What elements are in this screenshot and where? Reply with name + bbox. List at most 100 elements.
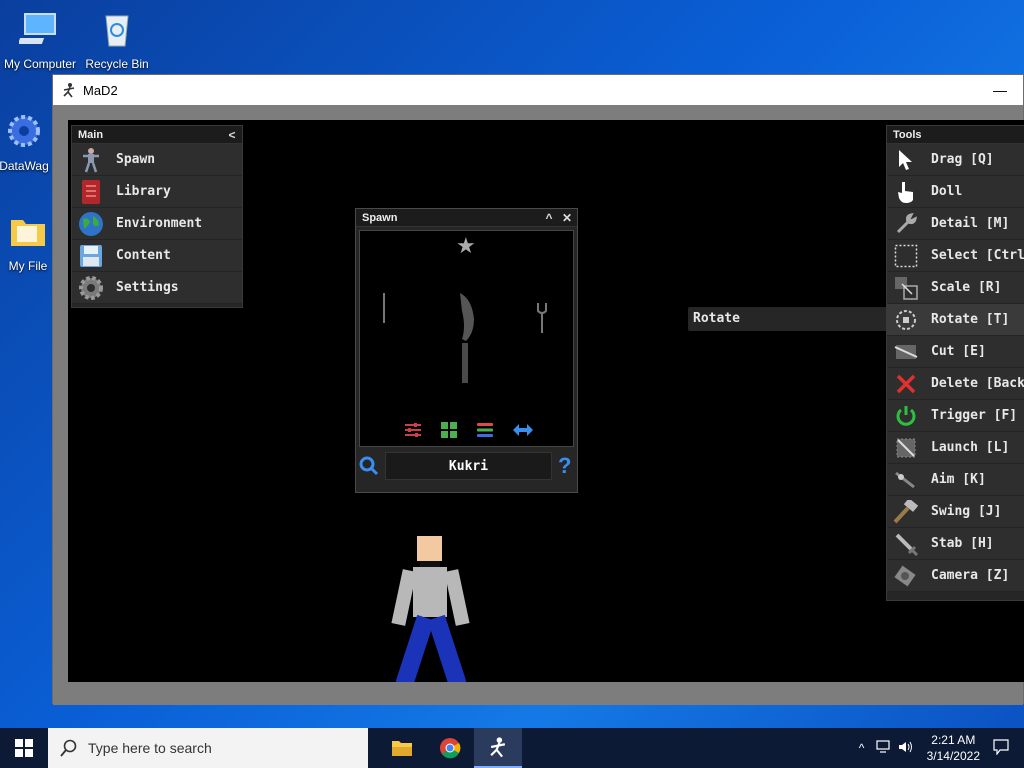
main-panel-title: Main <box>78 129 104 141</box>
rotate-tooltip: Rotate <box>688 307 888 331</box>
hammer-icon <box>893 499 919 525</box>
notifications-icon[interactable] <box>990 738 1012 758</box>
search-icon[interactable] <box>359 456 379 476</box>
windows-logo-icon <box>15 739 33 757</box>
desktop-icon-label: DataWag <box>0 159 49 173</box>
window-titlebar[interactable]: MaD2 — <box>53 75 1023 105</box>
sliders-filter-icon[interactable] <box>404 421 422 439</box>
help-icon[interactable]: ? <box>558 453 576 479</box>
desktop-icon-my-computer[interactable]: My Computer <box>0 8 80 71</box>
tool-rotate[interactable]: Rotate [T] <box>887 304 1024 336</box>
favorite-star-icon[interactable]: ★ <box>456 233 476 259</box>
taskbar-search[interactable]: Type here to search <box>48 728 368 768</box>
taskbar-file-explorer[interactable] <box>378 728 426 768</box>
grid-view-icon[interactable] <box>440 421 458 439</box>
desktop-icon-datawag[interactable]: DataWag <box>0 110 54 173</box>
window-title: MaD2 <box>83 82 118 98</box>
window-frame: Main < Spawn Library Environment Content… <box>53 105 1024 705</box>
gear-icon <box>78 275 104 301</box>
main-item-environment[interactable]: Environment <box>72 208 242 240</box>
desktop-icon-recycle-bin[interactable]: Recycle Bin <box>77 8 157 71</box>
main-item-label: Environment <box>116 216 203 231</box>
main-panel-header[interactable]: Main < <box>72 126 242 144</box>
clock-date: 3/14/2022 <box>926 749 980 763</box>
main-item-settings[interactable]: Settings <box>72 272 242 304</box>
main-item-label: Library <box>116 184 171 199</box>
main-item-label: Content <box>116 248 171 263</box>
tool-drag[interactable]: Drag [Q] <box>887 144 1024 176</box>
tools-panel: Tools > Drag [Q] Doll Detail [M] S <box>886 125 1024 601</box>
tool-trigger[interactable]: Trigger [F] <box>887 400 1024 432</box>
tools-panel-title: Tools <box>893 129 922 141</box>
start-button[interactable] <box>0 728 48 768</box>
tool-delete[interactable]: Delete [Back <box>887 368 1024 400</box>
tool-label: Delete [Back <box>931 376 1024 391</box>
spawn-panel-header[interactable]: Spawn ^ ✕ <box>356 209 577 227</box>
tool-label: Swing [J] <box>931 504 1002 519</box>
taskbar: Type here to search ^ 2:21 AM 3/14/2022 <box>0 728 1024 768</box>
game-viewport[interactable]: Main < Spawn Library Environment Content… <box>68 120 1024 682</box>
spawn-search-bar: Kukri ? <box>359 450 576 482</box>
tool-scale[interactable]: Scale [R] <box>887 272 1024 304</box>
camera-icon <box>893 563 919 589</box>
globe-icon <box>78 211 104 237</box>
rotate-icon <box>893 307 919 333</box>
desktop-icon-label: Recycle Bin <box>85 57 149 71</box>
close-icon[interactable]: ✕ <box>559 209 575 227</box>
tools-panel-header[interactable]: Tools > <box>887 126 1024 144</box>
taskbar-clock[interactable]: 2:21 AM 3/14/2022 <box>927 732 980 764</box>
ragdoll-app-icon <box>63 83 75 98</box>
main-item-library[interactable]: Library <box>72 176 242 208</box>
tool-launch[interactable]: Launch [L] <box>887 432 1024 464</box>
kukri-knife-icon[interactable] <box>452 291 480 385</box>
spawn-preview-area[interactable]: ★ <box>359 230 574 447</box>
ragdoll-character[interactable] <box>391 536 470 682</box>
launch-icon <box>893 435 919 461</box>
gear-icon <box>8 115 40 147</box>
tool-camera[interactable]: Camera [Z] <box>887 560 1024 592</box>
tool-label: Scale [R] <box>931 280 1002 295</box>
hand-pointer-icon <box>893 179 919 205</box>
ragdoll-head <box>417 536 442 561</box>
taskbar-chrome[interactable] <box>426 728 474 768</box>
tool-aim[interactable]: Aim [K] <box>887 464 1024 496</box>
computer-icon <box>17 13 56 44</box>
tool-cut[interactable]: Cut [E] <box>887 336 1024 368</box>
spawn-search-input[interactable]: Kukri <box>385 452 552 480</box>
swap-arrows-icon[interactable] <box>512 421 534 439</box>
chevron-up-icon[interactable]: ^ <box>851 741 873 755</box>
collapse-up-icon[interactable]: ^ <box>541 209 557 227</box>
taskbar-mad2-app[interactable] <box>474 728 522 768</box>
spawn-panel-title: Spawn <box>362 212 398 224</box>
network-icon[interactable] <box>873 739 895 757</box>
tool-stab[interactable]: Stab [H] <box>887 528 1024 560</box>
figure-spawn-icon <box>78 147 104 173</box>
cut-blade-icon <box>893 339 919 365</box>
main-item-spawn[interactable]: Spawn <box>72 144 242 176</box>
book-icon <box>78 179 104 205</box>
desktop-icon-label: My File <box>8 259 48 273</box>
list-layers-icon[interactable] <box>476 421 494 439</box>
ragdoll-right-arm <box>444 569 470 626</box>
tool-label: Launch [L] <box>931 440 1010 455</box>
folder-icon <box>392 741 412 756</box>
delete-x-icon <box>893 371 919 397</box>
tool-doll[interactable]: Doll <box>887 176 1024 208</box>
spawn-panel: Spawn ^ ✕ ★ Kukri ? <box>355 208 578 493</box>
tool-label: Stab [H] <box>931 536 994 551</box>
thin-blade-item-icon[interactable] <box>380 293 388 323</box>
tool-swing[interactable]: Swing [J] <box>887 496 1024 528</box>
ragdoll-right-leg <box>427 614 467 682</box>
ragdoll-app-icon <box>490 737 506 758</box>
tool-select[interactable]: Select [Ctrl <box>887 240 1024 272</box>
volume-icon[interactable] <box>895 740 917 757</box>
minimize-button[interactable]: — <box>977 82 1023 98</box>
tool-detail[interactable]: Detail [M] <box>887 208 1024 240</box>
main-item-content[interactable]: Content <box>72 240 242 272</box>
desktop-icon-my-files[interactable]: My File <box>4 210 52 273</box>
collapse-left-icon[interactable]: < <box>224 126 240 144</box>
small-fork-item-icon[interactable] <box>536 303 548 333</box>
tool-label: Doll <box>931 184 963 199</box>
tool-label: Detail [M] <box>931 216 1010 231</box>
system-tray: ^ 2:21 AM 3/14/2022 <box>851 728 1024 768</box>
